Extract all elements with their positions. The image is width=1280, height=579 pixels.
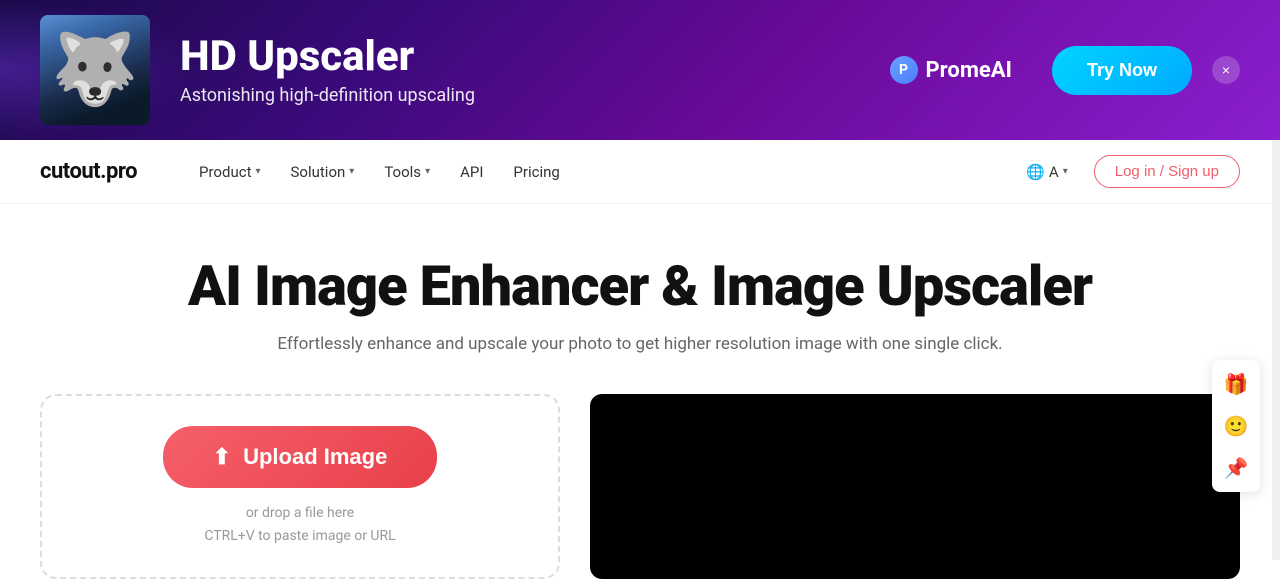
nav-links: Product ▾ Solution ▾ Tools ▾ API Pricing xyxy=(187,157,1016,187)
nav-pricing-label: Pricing xyxy=(513,163,559,181)
language-selector[interactable]: 🌐 A ▾ xyxy=(1016,157,1078,187)
nav-right: 🌐 A ▾ Log in / Sign up xyxy=(1016,155,1240,188)
content-area: ⬆ Upload Image or drop a file here CTRL+… xyxy=(40,394,1240,579)
avatar-button[interactable]: 🙂 xyxy=(1216,406,1256,446)
chevron-down-icon: ▾ xyxy=(255,166,260,177)
upload-hint: or drop a file here CTRL+V to paste imag… xyxy=(204,502,395,547)
promeai-name: PromeAI xyxy=(926,58,1012,83)
nav-item-api[interactable]: API xyxy=(448,157,495,187)
nav-api-label: API xyxy=(460,163,483,181)
upload-panel: ⬆ Upload Image or drop a file here CTRL+… xyxy=(40,394,560,579)
translate-icon: 🌐 xyxy=(1026,163,1045,181)
promeai-branding: P PromeAI xyxy=(890,56,1012,84)
nav-tools-label: Tools xyxy=(384,163,421,181)
main-content: AI Image Enhancer & Image Upscaler Effor… xyxy=(0,204,1280,579)
navbar: cutout.pro Product ▾ Solution ▾ Tools ▾ … xyxy=(0,140,1280,204)
site-logo[interactable]: cutout.pro xyxy=(40,159,137,184)
hero-title: AI Image Enhancer & Image Upscaler xyxy=(188,254,1092,318)
nav-product-label: Product xyxy=(199,163,251,181)
banner-cta-button[interactable]: Try Now xyxy=(1052,46,1192,95)
banner-title: HD Upscaler xyxy=(180,34,850,80)
banner-subtitle: Astonishing high-definition upscaling xyxy=(180,85,850,106)
promeai-logo-icon: P xyxy=(890,56,918,84)
chevron-down-icon: ▾ xyxy=(1063,166,1068,177)
promo-banner: HD Upscaler Astonishing high-definition … xyxy=(0,0,1280,140)
nav-item-solution[interactable]: Solution ▾ xyxy=(279,157,367,187)
chevron-down-icon: ▾ xyxy=(425,166,430,177)
lang-label: A xyxy=(1049,163,1059,181)
login-signup-button[interactable]: Log in / Sign up xyxy=(1094,155,1240,188)
nav-item-product[interactable]: Product ▾ xyxy=(187,157,272,187)
banner-wolf-image xyxy=(40,15,150,125)
hero-subtitle: Effortlessly enhance and upscale your ph… xyxy=(277,334,1002,354)
banner-text-block: HD Upscaler Astonishing high-definition … xyxy=(180,34,850,105)
gift-button[interactable]: 🎁 xyxy=(1216,364,1256,404)
image-preview-panel xyxy=(590,394,1240,579)
upload-image-button[interactable]: ⬆ Upload Image xyxy=(163,426,438,488)
upload-icon: ⬆ xyxy=(213,444,231,470)
side-actions-panel: 🎁 🙂 📌 xyxy=(1212,360,1260,492)
chevron-down-icon: ▾ xyxy=(349,166,354,177)
upload-hint-line2: CTRL+V to paste image or URL xyxy=(204,525,395,547)
upload-hint-line1: or drop a file here xyxy=(204,502,395,524)
nav-solution-label: Solution xyxy=(291,163,346,181)
banner-close-button[interactable]: × xyxy=(1212,56,1240,84)
notification-button[interactable]: 📌 xyxy=(1216,448,1256,488)
nav-item-pricing[interactable]: Pricing xyxy=(501,157,571,187)
nav-item-tools[interactable]: Tools ▾ xyxy=(372,157,442,187)
upload-button-label: Upload Image xyxy=(243,444,387,470)
